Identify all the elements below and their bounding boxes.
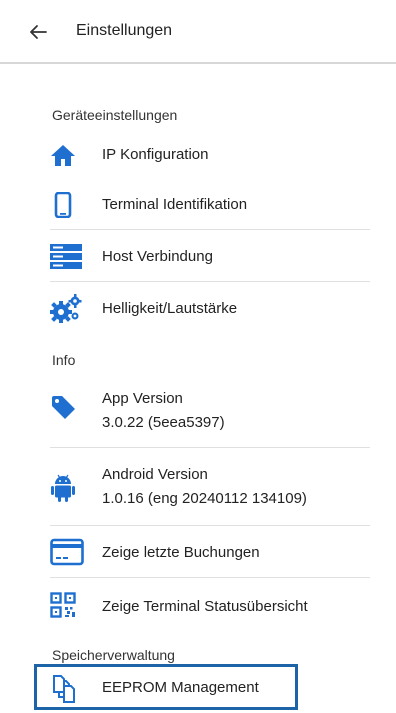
app-bar: Einstellungen <box>0 0 396 64</box>
smartphone-icon <box>50 191 76 219</box>
android-version-label: Android Version <box>102 466 208 483</box>
settings-item-label: Helligkeit/Lautstärke <box>102 300 238 317</box>
settings-item-host[interactable]: Host Verbindung <box>50 238 370 282</box>
settings-item-terminal-status[interactable]: Zeige Terminal Statusübersicht <box>50 584 370 626</box>
credit-card-icon <box>50 538 84 566</box>
settings-item-label: EEPROM Management <box>102 679 259 696</box>
settings-item-android-version[interactable]: Android Version 1.0.16 (eng 20240112 134… <box>50 458 370 526</box>
section-header-info: Info <box>52 352 76 368</box>
settings-item-label: Zeige Terminal Statusübersicht <box>102 598 308 615</box>
settings-item-label: Terminal Identifikation <box>102 196 248 213</box>
copy-icon <box>50 675 76 703</box>
section-header-storage: Speicherverwaltung <box>52 647 175 663</box>
settings-item-terminal[interactable]: Terminal Identifikation <box>50 186 370 230</box>
settings-item-bookings[interactable]: Zeige letzte Buchungen <box>50 532 370 578</box>
settings-item-label: Zeige letzte Buchungen <box>102 544 260 561</box>
arrow-left-icon[interactable] <box>26 20 50 44</box>
settings-item-app-version[interactable]: App Version 3.0.22 (5eea5397) <box>50 380 370 448</box>
settings-item-eeprom[interactable]: EEPROM Management <box>50 672 370 706</box>
settings-item-ip[interactable]: IP Konfiguration <box>50 140 370 174</box>
settings-item-brightness[interactable]: Helligkeit/Lautstärke <box>50 290 370 330</box>
android-version-value: 1.0.16 (eng 20240112 134109) <box>102 490 307 507</box>
qr-code-icon <box>50 592 76 618</box>
app-version-label: App Version <box>102 390 183 407</box>
gears-icon <box>50 294 82 323</box>
page-title: Einstellungen <box>76 22 173 39</box>
section-header-device: Geräteeinstellungen <box>52 107 178 123</box>
tag-icon <box>50 394 76 420</box>
android-icon <box>50 474 76 502</box>
settings-item-label: Host Verbindung <box>102 248 213 265</box>
home-icon <box>50 142 76 168</box>
app-version-value: 3.0.22 (5eea5397) <box>102 414 225 431</box>
server-icon <box>50 244 82 270</box>
settings-item-label: IP Konfiguration <box>102 146 209 163</box>
